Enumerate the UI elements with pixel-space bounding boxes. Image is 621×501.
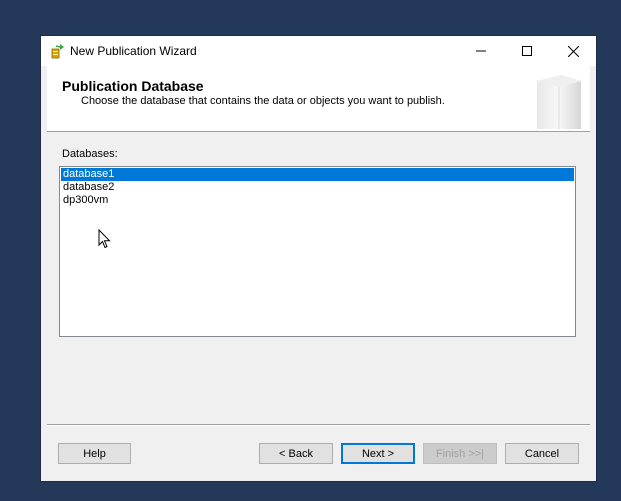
minimize-icon xyxy=(476,50,486,52)
title-bar[interactable]: New Publication Wizard xyxy=(41,36,596,66)
maximize-icon xyxy=(522,46,532,56)
list-item[interactable]: dp300vm xyxy=(61,194,574,207)
back-button[interactable]: < Back xyxy=(259,443,333,464)
cancel-button[interactable]: Cancel xyxy=(505,443,579,464)
wizard-banner-graphic xyxy=(531,71,587,131)
wizard-window: New Publication Wizard Publication Datab… xyxy=(41,36,596,481)
help-button[interactable]: Help xyxy=(58,443,131,464)
page-title: Publication Database xyxy=(62,78,204,94)
list-item[interactable]: database1 xyxy=(61,168,574,181)
footer-separator xyxy=(47,424,590,426)
mouse-pointer-icon xyxy=(98,228,112,249)
wizard-app-icon xyxy=(50,43,66,59)
minimize-button[interactable] xyxy=(458,36,504,66)
next-button[interactable]: Next > xyxy=(341,443,415,464)
databases-listbox[interactable]: database1 database2 dp300vm xyxy=(59,166,576,337)
databases-label: Databases: xyxy=(62,148,118,160)
list-item[interactable]: database2 xyxy=(61,181,574,194)
window-title: New Publication Wizard xyxy=(70,44,197,58)
maximize-button[interactable] xyxy=(504,36,550,66)
wizard-header: Publication Database Choose the database… xyxy=(47,66,590,132)
close-icon xyxy=(567,45,579,57)
close-button[interactable] xyxy=(550,36,596,66)
finish-button[interactable]: Finish >>| xyxy=(423,443,497,464)
page-subtitle: Choose the database that contains the da… xyxy=(81,95,445,107)
